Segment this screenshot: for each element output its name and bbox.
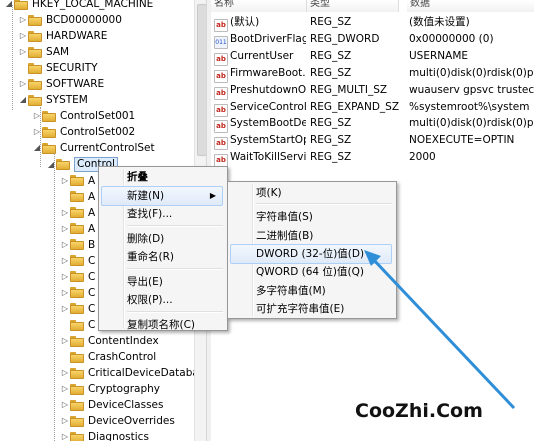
annotation-arrow-line — [370, 256, 516, 410]
annotation-layer — [364, 250, 516, 410]
watermark: CooZhi.Com — [355, 400, 483, 422]
